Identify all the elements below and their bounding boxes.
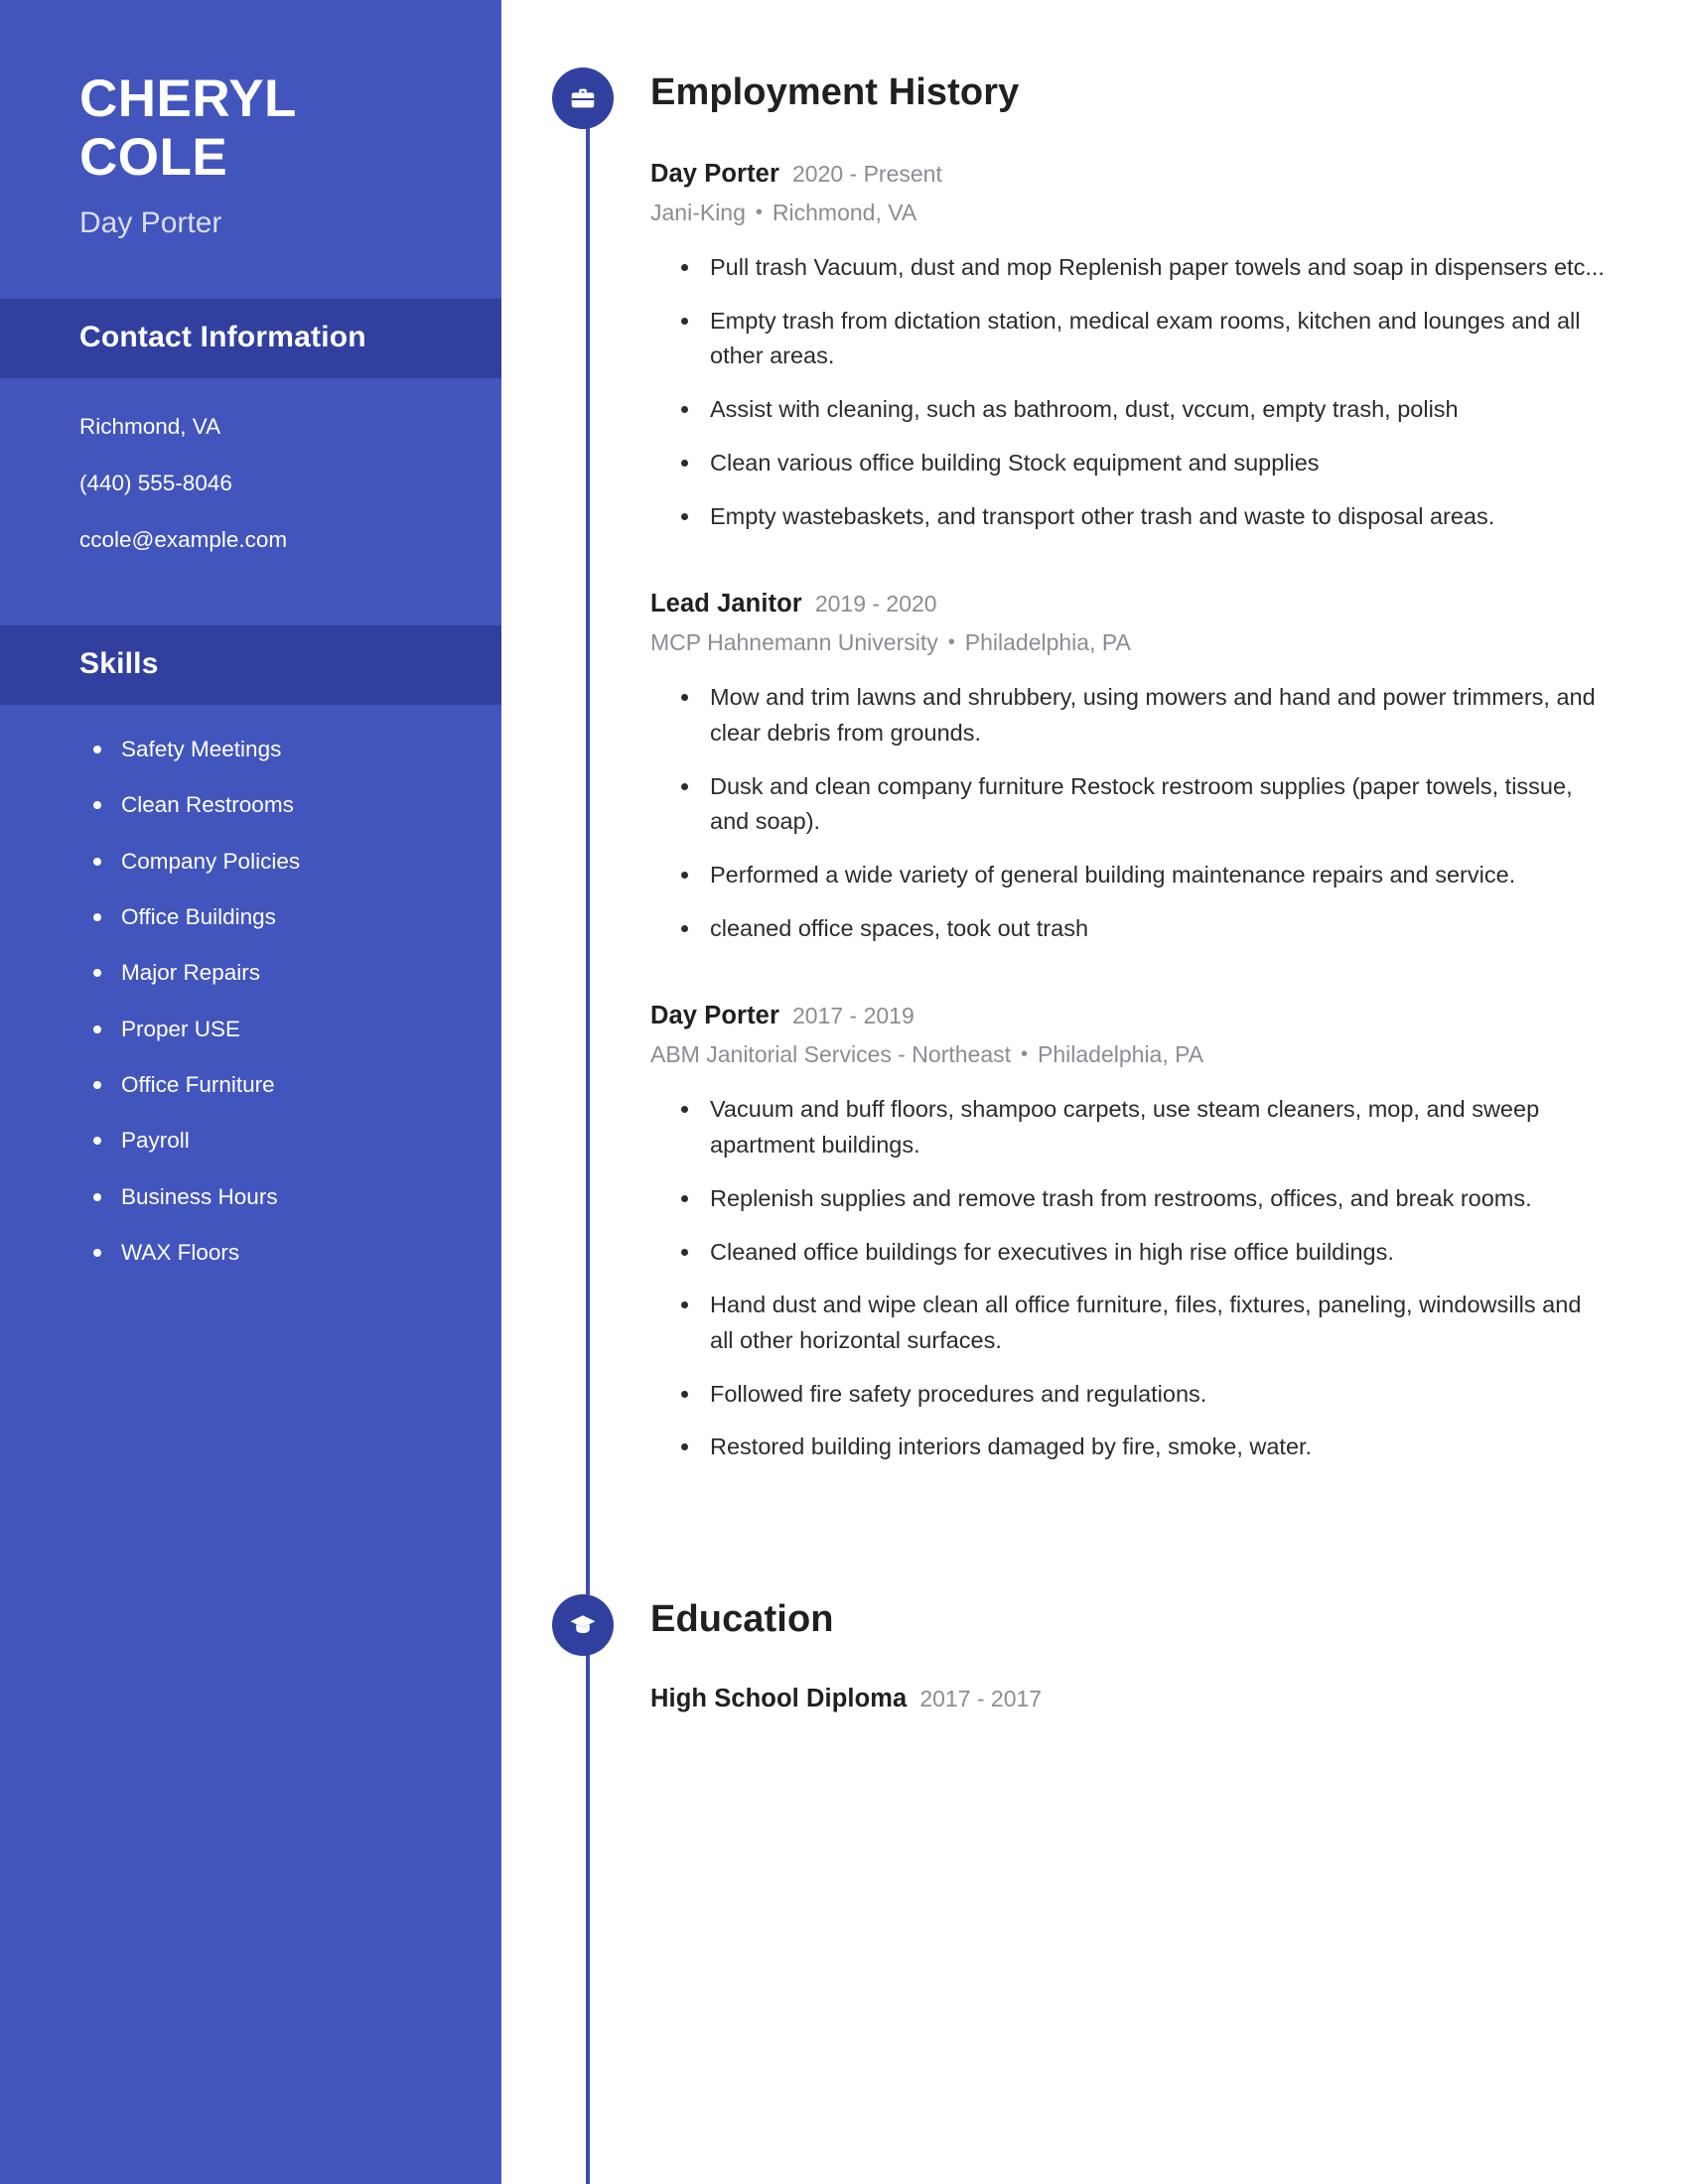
- resume-page: CHERYL COLE Day Porter Contact Informati…: [0, 0, 1688, 2184]
- duties-list: Pull trash Vacuum, dust and mop Replenis…: [650, 250, 1609, 534]
- education-section-header: Education: [552, 1594, 1609, 1670]
- list-item: Mow and trim lawns and shrubbery, using …: [678, 680, 1609, 751]
- list-item: Restored building interiors damaged by f…: [678, 1430, 1609, 1465]
- bullet-separator-icon: •: [1021, 1043, 1029, 1066]
- list-item: Hand dust and wipe clean all office furn…: [678, 1288, 1609, 1358]
- list-item: WAX Floors: [91, 1238, 422, 1268]
- list-item: Clean Restrooms: [91, 790, 422, 820]
- list-item: Clean various office building Stock equi…: [678, 446, 1609, 481]
- entry-company: Jani-King: [650, 199, 746, 225]
- contact-email[interactable]: ccole@example.com: [79, 525, 422, 555]
- entry-heading: Day Porter 2020 - Present: [650, 159, 1609, 191]
- entry-role: Day Porter: [650, 1002, 779, 1030]
- list-item: Safety Meetings: [91, 735, 422, 764]
- graduation-cap-icon: [552, 1594, 614, 1657]
- briefcase-icon: [552, 68, 614, 129]
- sidebar: CHERYL COLE Day Porter Contact Informati…: [0, 0, 501, 2184]
- duties-list: Mow and trim lawns and shrubbery, using …: [650, 680, 1609, 946]
- list-item: Pull trash Vacuum, dust and mop Replenis…: [678, 250, 1609, 286]
- list-item: Company Policies: [91, 847, 422, 877]
- last-name: COLE: [79, 128, 228, 188]
- list-item: Followed fire safety procedures and regu…: [678, 1377, 1609, 1413]
- list-item: Dusk and clean company furniture Restock…: [678, 769, 1609, 840]
- list-item: Empty wastebaskets, and transport other …: [678, 499, 1609, 535]
- sidebar-job-title: Day Porter: [79, 205, 222, 239]
- contact-location: Richmond, VA: [79, 413, 221, 439]
- entry-heading: Lead Janitor 2019 - 2020: [650, 589, 1609, 620]
- entry-meta: ABM Janitorial Services - Northeast • Phil…: [650, 1039, 1609, 1070]
- entry-heading: Day Porter 2017 - 2019: [650, 1001, 1609, 1032]
- skills-section-band: Skills: [0, 624, 501, 705]
- list-item: Office Furniture: [91, 1070, 422, 1100]
- list-item: Replenish supplies and remove trash from…: [678, 1181, 1609, 1217]
- entry-dates: 2017 - 2017: [919, 1686, 1043, 1712]
- entry-role: Day Porter: [650, 160, 779, 188]
- employment-entry: Day Porter 2020 - Present Jani-King • Richm…: [650, 159, 1609, 534]
- entry-dates: 2020 - Present: [791, 161, 942, 187]
- employment-entry: Lead Janitor 2019 - 2020 MCP Hahnemann Un…: [650, 589, 1609, 946]
- list-item: Empty trash from dictation station, medi…: [678, 304, 1609, 374]
- list-item: Business Hours: [91, 1182, 422, 1212]
- employment-entry: Day Porter 2017 - 2019 ABM Janitorial Ser…: [650, 1001, 1609, 1465]
- list-item: cleaned office spaces, took out trash: [678, 911, 1609, 947]
- entry-company: ABM Janitorial Services - Northeast: [650, 1041, 1012, 1068]
- list-item: Vacuum and buff floors, shampoo carpets,…: [678, 1092, 1609, 1162]
- list-item: Cleaned office buildings for executives …: [678, 1235, 1609, 1271]
- entry-meta: Jani-King • Richmond, VA: [650, 198, 1609, 228]
- duties-list: Vacuum and buff floors, shampoo carpets,…: [650, 1092, 1609, 1465]
- name-block: CHERYL COLE Day Porter: [0, 0, 501, 241]
- list-item: Payroll: [91, 1126, 422, 1156]
- list-item: Major Repairs: [91, 958, 422, 988]
- main-content: Employment History Day Porter 2020 - Pres…: [501, 0, 1688, 2184]
- contact-phone[interactable]: (440) 555-8046: [79, 469, 422, 498]
- employment-section-header: Employment History: [552, 68, 1609, 143]
- employment-history-section: Employment History Day Porter 2020 - Pres…: [501, 0, 1688, 1465]
- bullet-separator-icon: •: [947, 631, 955, 654]
- education-entry: High School Diploma 2017 - 2017: [650, 1684, 1609, 1715]
- entry-role: Lead Janitor: [650, 590, 802, 618]
- contact-list: Richmond, VA (440) 555-8046 ccole@exampl…: [0, 378, 501, 596]
- entry-company: MCP Hahnemann University: [650, 629, 938, 656]
- education-section: Education High School Diploma 2017 - 2017: [501, 1594, 1688, 1715]
- list-item: Assist with cleaning, such as bathroom, …: [678, 392, 1609, 428]
- page-title: Education: [650, 1598, 834, 1641]
- contact-section-band: Contact Information: [0, 298, 501, 378]
- entry-dates: 2017 - 2019: [791, 1003, 914, 1029]
- entry-heading: High School Diploma 2017 - 2017: [650, 1684, 1609, 1715]
- page-title: Employment History: [650, 71, 1020, 113]
- list-item: Performed a wide variety of general buil…: [678, 858, 1609, 893]
- entry-location: Richmond, VA: [772, 199, 917, 225]
- skills-list: Safety Meetings Clean Restrooms Company …: [0, 705, 501, 1269]
- first-name: CHERYL: [79, 69, 297, 128]
- bullet-separator-icon: •: [755, 201, 763, 223]
- list-item: Proper USE: [91, 1015, 422, 1044]
- list-item: Office Buildings: [91, 902, 422, 932]
- entry-degree: High School Diploma: [650, 1685, 908, 1713]
- skills-section-title: Skills: [79, 646, 159, 680]
- entry-location: Philadelphia, PA: [1038, 1041, 1204, 1068]
- entry-dates: 2019 - 2020: [814, 591, 937, 617]
- entry-location: Philadelphia, PA: [964, 629, 1131, 656]
- contact-section-title: Contact Information: [79, 320, 366, 353]
- entry-meta: MCP Hahnemann University • Philadelphia, P…: [650, 627, 1609, 658]
